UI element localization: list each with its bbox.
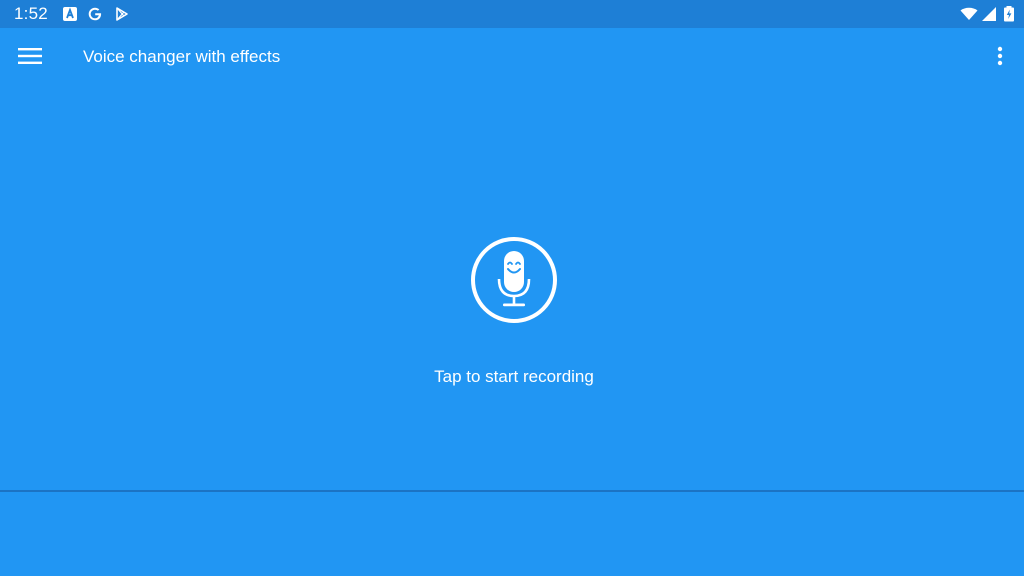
navigation-menu-button[interactable] xyxy=(12,40,48,76)
app-bar: Voice changer with effects xyxy=(0,28,1024,86)
app-title: Voice changer with effects xyxy=(83,47,281,66)
record-button[interactable] xyxy=(470,236,558,324)
smiling-microphone-icon xyxy=(471,237,557,323)
record-hint-text: Tap to start recording xyxy=(434,367,594,386)
text-a-notification-icon xyxy=(62,6,78,22)
more-vert-icon xyxy=(997,46,1003,71)
play-store-icon xyxy=(114,6,130,22)
hamburger-menu-icon xyxy=(18,47,42,70)
overflow-menu-button[interactable] xyxy=(982,40,1018,76)
cell-signal-icon xyxy=(981,6,997,22)
bottom-divider xyxy=(0,490,1024,492)
status-bar: 1:52 xyxy=(0,0,1024,28)
app-screen: 1:52 Voice changer with effects Tap to s… xyxy=(0,0,1024,576)
battery-charging-icon xyxy=(1003,6,1015,22)
wifi-icon xyxy=(960,6,978,22)
google-icon xyxy=(87,6,103,22)
status-time: 1:52 xyxy=(14,4,48,23)
